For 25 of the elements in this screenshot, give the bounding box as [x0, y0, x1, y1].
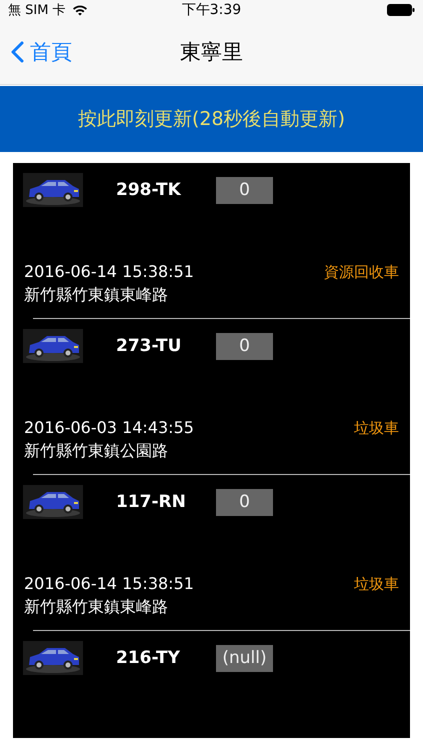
address: 新竹縣竹東鎮公園路 — [23, 440, 169, 462]
timestamp: 2016-06-14 15:38:51 — [24, 573, 194, 595]
clock-time: 下午3:39 — [182, 1, 242, 19]
battery-icon — [387, 4, 415, 16]
plate-number: 273-TU — [116, 336, 182, 356]
vehicle-type: 垃圾車 — [354, 574, 399, 595]
address: 新竹縣竹東鎮東峰路 — [23, 596, 169, 618]
timestamp: 2016-06-14 15:38:51 — [24, 261, 194, 283]
carrier-label: 無 SIM 卡 — [8, 2, 66, 19]
plate-number: 117-RN — [116, 492, 187, 512]
address: 新竹縣竹東鎮東峰路 — [23, 284, 169, 306]
wifi-icon — [72, 4, 88, 16]
vehicle-type: 資源回收車 — [324, 262, 399, 283]
count-label: 0 — [216, 176, 273, 204]
plate-number: 216-TY — [116, 648, 181, 668]
count-label: (null) — [216, 644, 273, 672]
count-label: 0 — [216, 332, 273, 360]
timestamp: 2016-06-03 14:43:55 — [24, 417, 194, 439]
count-label: 0 — [216, 488, 273, 516]
vehicle-type: 垃圾車 — [354, 418, 399, 439]
plate-number: 298-TK — [116, 180, 182, 200]
page-title: 東寧里 — [180, 39, 243, 66]
chevron-left-icon — [11, 41, 24, 63]
back-button[interactable]: 首頁 — [0, 38, 72, 66]
refresh-button[interactable]: 按此即刻更新(28秒後自動更新) — [0, 86, 423, 152]
